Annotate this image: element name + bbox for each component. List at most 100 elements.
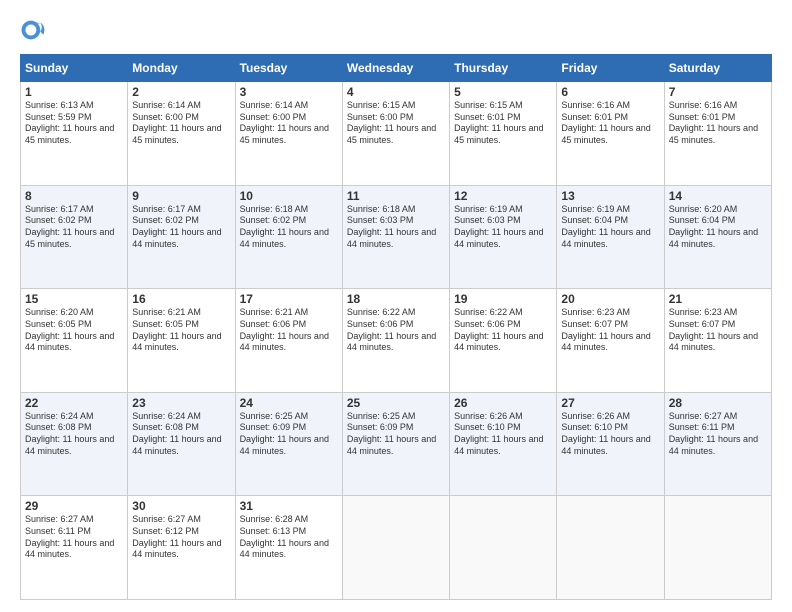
day-info: Sunrise: 6:16 AM Sunset: 6:01 PM Dayligh… [669, 100, 767, 147]
day-info: Sunrise: 6:17 AM Sunset: 6:02 PM Dayligh… [25, 204, 123, 251]
page: SundayMondayTuesdayWednesdayThursdayFrid… [0, 0, 792, 612]
day-info: Sunrise: 6:27 AM Sunset: 6:12 PM Dayligh… [132, 514, 230, 561]
calendar-week-4: 22 Sunrise: 6:24 AM Sunset: 6:08 PM Dayl… [21, 392, 772, 496]
calendar-cell: 6 Sunrise: 6:16 AM Sunset: 6:01 PM Dayli… [557, 82, 664, 186]
calendar-cell [664, 496, 771, 600]
day-number: 22 [25, 396, 123, 410]
logo-icon [20, 16, 48, 44]
calendar-week-5: 29 Sunrise: 6:27 AM Sunset: 6:11 PM Dayl… [21, 496, 772, 600]
day-info: Sunrise: 6:23 AM Sunset: 6:07 PM Dayligh… [669, 307, 767, 354]
calendar-cell: 9 Sunrise: 6:17 AM Sunset: 6:02 PM Dayli… [128, 185, 235, 289]
calendar-week-3: 15 Sunrise: 6:20 AM Sunset: 6:05 PM Dayl… [21, 289, 772, 393]
day-number: 11 [347, 189, 445, 203]
calendar-cell: 21 Sunrise: 6:23 AM Sunset: 6:07 PM Dayl… [664, 289, 771, 393]
day-info: Sunrise: 6:13 AM Sunset: 5:59 PM Dayligh… [25, 100, 123, 147]
calendar-cell: 31 Sunrise: 6:28 AM Sunset: 6:13 PM Dayl… [235, 496, 342, 600]
calendar-table: SundayMondayTuesdayWednesdayThursdayFrid… [20, 54, 772, 600]
day-info: Sunrise: 6:18 AM Sunset: 6:03 PM Dayligh… [347, 204, 445, 251]
day-number: 28 [669, 396, 767, 410]
day-header-friday: Friday [557, 55, 664, 82]
day-info: Sunrise: 6:24 AM Sunset: 6:08 PM Dayligh… [25, 411, 123, 458]
day-number: 12 [454, 189, 552, 203]
day-info: Sunrise: 6:27 AM Sunset: 6:11 PM Dayligh… [25, 514, 123, 561]
day-info: Sunrise: 6:14 AM Sunset: 6:00 PM Dayligh… [132, 100, 230, 147]
day-info: Sunrise: 6:19 AM Sunset: 6:03 PM Dayligh… [454, 204, 552, 251]
day-number: 20 [561, 292, 659, 306]
day-info: Sunrise: 6:19 AM Sunset: 6:04 PM Dayligh… [561, 204, 659, 251]
day-number: 25 [347, 396, 445, 410]
day-info: Sunrise: 6:24 AM Sunset: 6:08 PM Dayligh… [132, 411, 230, 458]
calendar-cell [557, 496, 664, 600]
day-number: 2 [132, 85, 230, 99]
day-info: Sunrise: 6:21 AM Sunset: 6:06 PM Dayligh… [240, 307, 338, 354]
day-info: Sunrise: 6:15 AM Sunset: 6:00 PM Dayligh… [347, 100, 445, 147]
day-info: Sunrise: 6:25 AM Sunset: 6:09 PM Dayligh… [347, 411, 445, 458]
day-number: 23 [132, 396, 230, 410]
day-number: 21 [669, 292, 767, 306]
day-info: Sunrise: 6:17 AM Sunset: 6:02 PM Dayligh… [132, 204, 230, 251]
calendar-cell: 12 Sunrise: 6:19 AM Sunset: 6:03 PM Dayl… [450, 185, 557, 289]
day-number: 8 [25, 189, 123, 203]
calendar-cell: 20 Sunrise: 6:23 AM Sunset: 6:07 PM Dayl… [557, 289, 664, 393]
day-number: 9 [132, 189, 230, 203]
day-info: Sunrise: 6:23 AM Sunset: 6:07 PM Dayligh… [561, 307, 659, 354]
day-number: 16 [132, 292, 230, 306]
header [20, 16, 772, 44]
day-number: 24 [240, 396, 338, 410]
calendar-cell: 3 Sunrise: 6:14 AM Sunset: 6:00 PM Dayli… [235, 82, 342, 186]
day-info: Sunrise: 6:15 AM Sunset: 6:01 PM Dayligh… [454, 100, 552, 147]
day-number: 7 [669, 85, 767, 99]
calendar-cell [450, 496, 557, 600]
calendar-cell: 24 Sunrise: 6:25 AM Sunset: 6:09 PM Dayl… [235, 392, 342, 496]
calendar-cell: 27 Sunrise: 6:26 AM Sunset: 6:10 PM Dayl… [557, 392, 664, 496]
logo [20, 16, 54, 44]
day-info: Sunrise: 6:20 AM Sunset: 6:05 PM Dayligh… [25, 307, 123, 354]
calendar-cell: 25 Sunrise: 6:25 AM Sunset: 6:09 PM Dayl… [342, 392, 449, 496]
calendar-week-2: 8 Sunrise: 6:17 AM Sunset: 6:02 PM Dayli… [21, 185, 772, 289]
day-number: 6 [561, 85, 659, 99]
day-number: 14 [669, 189, 767, 203]
day-number: 31 [240, 499, 338, 513]
calendar-cell: 30 Sunrise: 6:27 AM Sunset: 6:12 PM Dayl… [128, 496, 235, 600]
calendar-cell: 19 Sunrise: 6:22 AM Sunset: 6:06 PM Dayl… [450, 289, 557, 393]
calendar-cell: 26 Sunrise: 6:26 AM Sunset: 6:10 PM Dayl… [450, 392, 557, 496]
day-header-saturday: Saturday [664, 55, 771, 82]
day-info: Sunrise: 6:22 AM Sunset: 6:06 PM Dayligh… [454, 307, 552, 354]
day-info: Sunrise: 6:16 AM Sunset: 6:01 PM Dayligh… [561, 100, 659, 147]
calendar-cell: 4 Sunrise: 6:15 AM Sunset: 6:00 PM Dayli… [342, 82, 449, 186]
calendar-cell: 8 Sunrise: 6:17 AM Sunset: 6:02 PM Dayli… [21, 185, 128, 289]
day-number: 10 [240, 189, 338, 203]
day-number: 19 [454, 292, 552, 306]
day-info: Sunrise: 6:18 AM Sunset: 6:02 PM Dayligh… [240, 204, 338, 251]
calendar-cell: 2 Sunrise: 6:14 AM Sunset: 6:00 PM Dayli… [128, 82, 235, 186]
day-info: Sunrise: 6:20 AM Sunset: 6:04 PM Dayligh… [669, 204, 767, 251]
calendar-header-row: SundayMondayTuesdayWednesdayThursdayFrid… [21, 55, 772, 82]
day-number: 17 [240, 292, 338, 306]
day-number: 4 [347, 85, 445, 99]
day-number: 30 [132, 499, 230, 513]
calendar-cell: 17 Sunrise: 6:21 AM Sunset: 6:06 PM Dayl… [235, 289, 342, 393]
day-number: 29 [25, 499, 123, 513]
day-number: 5 [454, 85, 552, 99]
calendar-cell: 10 Sunrise: 6:18 AM Sunset: 6:02 PM Dayl… [235, 185, 342, 289]
day-header-thursday: Thursday [450, 55, 557, 82]
day-info: Sunrise: 6:14 AM Sunset: 6:00 PM Dayligh… [240, 100, 338, 147]
day-info: Sunrise: 6:26 AM Sunset: 6:10 PM Dayligh… [454, 411, 552, 458]
day-number: 1 [25, 85, 123, 99]
calendar-cell: 18 Sunrise: 6:22 AM Sunset: 6:06 PM Dayl… [342, 289, 449, 393]
day-info: Sunrise: 6:21 AM Sunset: 6:05 PM Dayligh… [132, 307, 230, 354]
day-number: 3 [240, 85, 338, 99]
calendar-cell: 29 Sunrise: 6:27 AM Sunset: 6:11 PM Dayl… [21, 496, 128, 600]
day-number: 26 [454, 396, 552, 410]
calendar-cell: 7 Sunrise: 6:16 AM Sunset: 6:01 PM Dayli… [664, 82, 771, 186]
day-number: 15 [25, 292, 123, 306]
calendar-cell: 13 Sunrise: 6:19 AM Sunset: 6:04 PM Dayl… [557, 185, 664, 289]
calendar-cell: 15 Sunrise: 6:20 AM Sunset: 6:05 PM Dayl… [21, 289, 128, 393]
calendar-cell: 28 Sunrise: 6:27 AM Sunset: 6:11 PM Dayl… [664, 392, 771, 496]
calendar-cell: 23 Sunrise: 6:24 AM Sunset: 6:08 PM Dayl… [128, 392, 235, 496]
day-header-tuesday: Tuesday [235, 55, 342, 82]
day-info: Sunrise: 6:28 AM Sunset: 6:13 PM Dayligh… [240, 514, 338, 561]
day-number: 18 [347, 292, 445, 306]
day-info: Sunrise: 6:27 AM Sunset: 6:11 PM Dayligh… [669, 411, 767, 458]
calendar-cell [342, 496, 449, 600]
